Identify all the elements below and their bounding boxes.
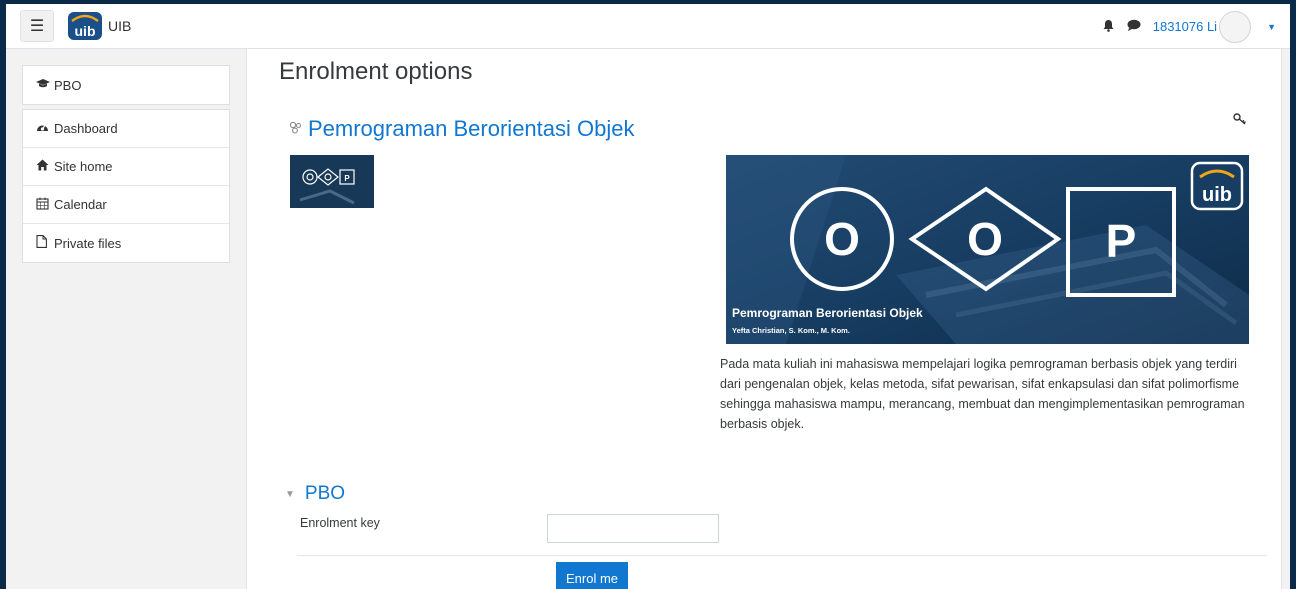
sidebar-main-block: Dashboard Site home Calendar Private fil… [22, 109, 230, 263]
dashboard-icon [36, 121, 54, 136]
enrolment-key-label: Enrolment key [300, 516, 380, 530]
enrol-me-button[interactable]: Enrol me [556, 562, 628, 589]
banner-letter-3: P [1106, 215, 1137, 267]
course-title-link[interactable]: Pemrograman Berorientasi Objek [289, 116, 634, 142]
course-thumbnail[interactable]: P [290, 155, 374, 208]
sidebar-course-block: PBO [22, 65, 230, 105]
calendar-icon [36, 197, 54, 213]
enrolment-key-input[interactable] [547, 514, 719, 543]
brand[interactable]: uib UIB [68, 12, 131, 40]
user-avatar[interactable] [1219, 10, 1252, 43]
notification-bell-icon[interactable] [1102, 19, 1115, 35]
sidebar-item-dashboard[interactable]: Dashboard [23, 110, 229, 148]
sidebar-item-course[interactable]: PBO [23, 66, 229, 104]
caret-down-icon: ▼ [285, 488, 295, 500]
sidebar-item-private-files[interactable]: Private files [23, 224, 229, 262]
menu-toggle-button[interactable]: ☰ [20, 10, 54, 42]
sidebar-item-label: Calendar [54, 197, 107, 212]
file-icon [36, 235, 54, 251]
banner-title: Pemrograman Berorientasi Objek [732, 306, 923, 320]
course-puzzle-icon [289, 121, 302, 137]
top-navbar: ☰ uib UIB 1831076 Li ▼ [6, 4, 1290, 49]
sidebar-item-label: Dashboard [54, 121, 118, 136]
banner-letter-1: O [824, 213, 860, 265]
course-summary: Pada mata kuliah ini mahasiswa mempelaja… [720, 357, 1245, 431]
home-icon [36, 159, 54, 174]
sidebar-item-calendar[interactable]: Calendar [23, 186, 229, 224]
banner-letter-2: O [967, 213, 1003, 265]
course-title-text: Pemrograman Berorientasi Objek [308, 116, 635, 141]
thumbnail-letter: P [344, 174, 350, 183]
sidebar-item-label: PBO [54, 77, 82, 93]
key-icon [1233, 113, 1247, 128]
sidebar-item-label: Private files [54, 235, 122, 251]
section-title: PBO [304, 483, 346, 504]
nav-drawer: PBO Dashboard Site home Calendar Private… [22, 65, 230, 267]
enrol-section-toggle[interactable]: ▼ PBO [285, 483, 345, 505]
brand-name: UIB [108, 18, 132, 34]
page-title: Enrolment options [279, 58, 473, 85]
brand-logo-text: uib [75, 23, 96, 39]
banner-subtitle: Yefta Christian, S. Kom., M. Kom. [732, 326, 850, 335]
course-banner-image: O O P uib Pemrograman Berorientasi Objek… [726, 155, 1249, 344]
sidebar-item-label: Site home [54, 159, 113, 174]
hamburger-icon: ☰ [29, 18, 45, 35]
form-divider [297, 555, 1267, 556]
chevron-down-icon[interactable]: ▼ [1267, 22, 1276, 32]
banner-logo-text: uib [1202, 184, 1232, 206]
messages-icon[interactable] [1127, 19, 1141, 34]
main-region: Enrolment options Pemrograman Berorienta… [246, 49, 1282, 589]
app-frame: ☰ uib UIB 1831076 Li ▼ PBO Dashboard Sit… [0, 0, 1296, 589]
user-name-link[interactable]: 1831076 Li [1153, 19, 1217, 34]
user-area: 1831076 Li ▼ [1102, 4, 1276, 49]
sidebar-item-site-home[interactable]: Site home [23, 148, 229, 186]
graduation-cap-icon [36, 78, 54, 92]
uib-logo-icon: uib [68, 12, 102, 40]
